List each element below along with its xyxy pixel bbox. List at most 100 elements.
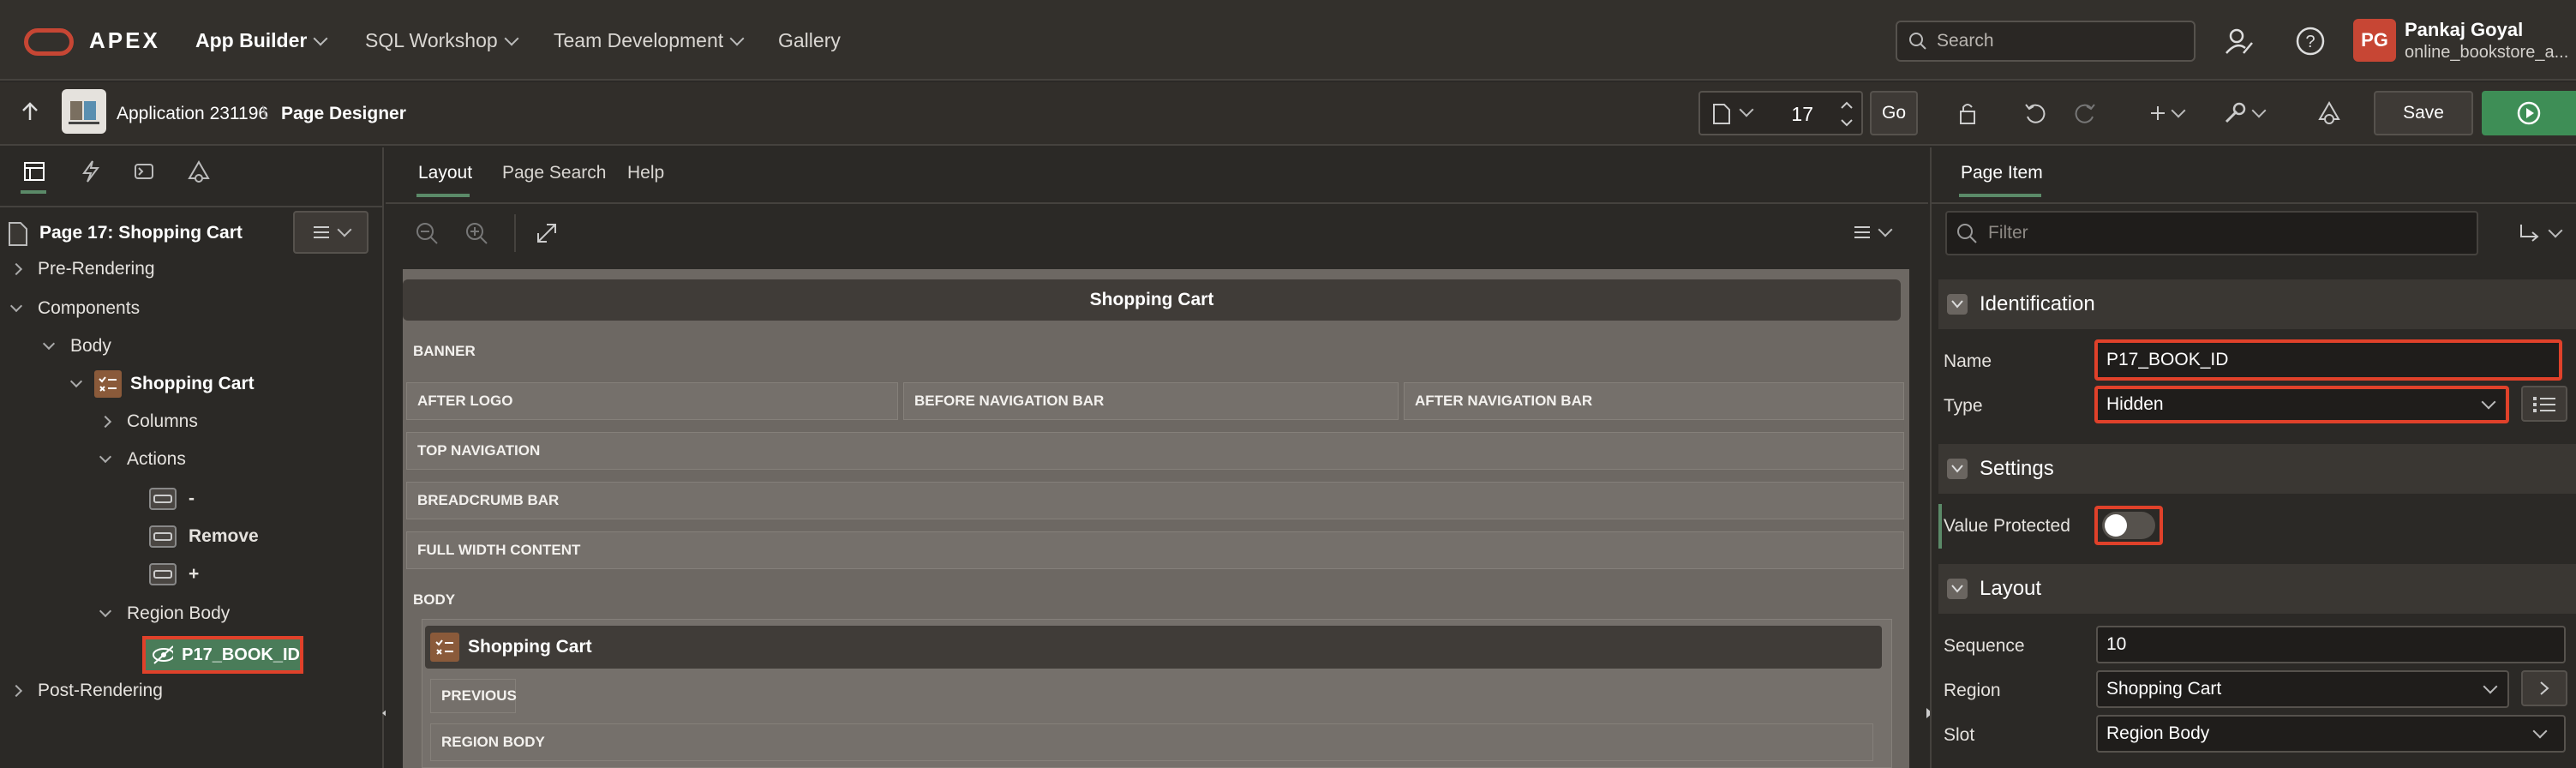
search-input[interactable]: Search bbox=[1896, 21, 2196, 62]
page-title[interactable]: Page 17: Shopping Cart bbox=[39, 223, 243, 243]
expand-arrow-icon[interactable] bbox=[9, 684, 23, 698]
processing-tab-icon[interactable] bbox=[132, 159, 156, 183]
undo-icon[interactable] bbox=[2019, 91, 2050, 135]
tree-node-button-remove[interactable]: Remove bbox=[149, 519, 259, 554]
slot-region-body[interactable]: REGION BODY bbox=[430, 723, 1873, 761]
slot-full-width-content[interactable]: FULL WIDTH CONTENT bbox=[406, 531, 1904, 569]
layout-menu-button[interactable] bbox=[1853, 222, 1893, 240]
name-field[interactable]: P17_BOOK_ID bbox=[2094, 339, 2562, 381]
zoom-in-icon[interactable] bbox=[464, 221, 488, 245]
menu-icon bbox=[314, 226, 329, 238]
page-number-input[interactable]: 17 bbox=[1791, 103, 1813, 126]
expand-icon[interactable] bbox=[535, 221, 559, 245]
tree-node-components[interactable]: Components bbox=[9, 291, 140, 326]
slot-select[interactable]: Region Body bbox=[2096, 715, 2566, 753]
create-menu-button[interactable] bbox=[2142, 91, 2190, 135]
save-button[interactable]: Save bbox=[2374, 91, 2473, 135]
collapse-arrow-icon[interactable] bbox=[42, 337, 56, 351]
dynamic-actions-tab-icon[interactable] bbox=[79, 159, 103, 183]
avatar[interactable]: PG bbox=[2353, 19, 2396, 62]
help-icon[interactable]: ? bbox=[2295, 26, 2326, 57]
go-to-region-button[interactable] bbox=[2521, 670, 2567, 706]
region-title-bar[interactable]: Shopping Cart bbox=[425, 626, 1882, 669]
apex-brand[interactable]: APEX bbox=[89, 27, 160, 54]
page-selector[interactable]: 17 bbox=[1698, 91, 1863, 135]
up-arrow-icon[interactable] bbox=[21, 101, 39, 122]
tab-help[interactable]: Help bbox=[627, 163, 664, 183]
tree-node-button-minus[interactable]: - bbox=[149, 482, 195, 516]
go-button[interactable]: Go bbox=[1870, 91, 1918, 135]
list-icon bbox=[2533, 397, 2555, 412]
tab-page-search[interactable]: Page Search bbox=[502, 163, 606, 183]
nav-sql-workshop[interactable]: SQL Workshop bbox=[365, 29, 519, 52]
slot-after-logo[interactable]: AFTER LOGO bbox=[406, 382, 898, 420]
tree-node-region-body[interactable]: Region Body bbox=[99, 597, 230, 631]
section-identification[interactable]: Identification bbox=[1938, 279, 2576, 329]
tab-layout[interactable]: Layout bbox=[418, 163, 472, 183]
tree-label: P17_BOOK_ID bbox=[182, 645, 300, 664]
expand-arrow-icon[interactable] bbox=[99, 415, 112, 429]
page-stepper-icon[interactable] bbox=[1839, 98, 1854, 130]
user-name[interactable]: Pankaj Goyal bbox=[2405, 19, 2523, 41]
slot-breadcrumb-bar[interactable]: BREADCRUMB BAR bbox=[406, 482, 1904, 519]
tree-node-button-plus[interactable]: + bbox=[149, 557, 199, 591]
tree-node-pre-rendering[interactable]: Pre-Rendering bbox=[9, 252, 155, 286]
shared-components-icon[interactable] bbox=[2314, 91, 2345, 135]
utilities-menu-button[interactable] bbox=[2220, 91, 2267, 135]
chevron-down-icon bbox=[504, 31, 519, 45]
rendering-tab-icon[interactable] bbox=[22, 159, 46, 183]
slot-previous[interactable]: PREVIOUS bbox=[430, 679, 517, 713]
slot-body[interactable]: BODY bbox=[403, 583, 1901, 617]
oracle-logo-icon[interactable] bbox=[24, 28, 74, 56]
property-label-sequence: Sequence bbox=[1944, 636, 2025, 656]
type-select[interactable]: Hidden bbox=[2094, 386, 2509, 423]
collapse-arrow-icon[interactable] bbox=[99, 604, 112, 618]
tree-node-body[interactable]: Body bbox=[42, 329, 111, 363]
region-select[interactable]: Shopping Cart bbox=[2096, 670, 2509, 708]
sequence-field[interactable]: 10 bbox=[2096, 626, 2566, 663]
lock-icon[interactable] bbox=[1952, 91, 1983, 135]
zoom-out-icon[interactable] bbox=[415, 221, 439, 245]
collapse-arrow-icon[interactable] bbox=[9, 299, 23, 313]
collapse-section-icon[interactable] bbox=[1947, 459, 1968, 479]
filter-input[interactable]: Filter bbox=[1945, 211, 2478, 255]
section-layout[interactable]: Layout bbox=[1938, 564, 2576, 614]
search-icon bbox=[1957, 224, 1977, 243]
go-to-group-button[interactable] bbox=[2518, 221, 2563, 245]
slot-top-navigation[interactable]: TOP NAVIGATION bbox=[406, 432, 1904, 470]
tab-page-item[interactable]: Page Item bbox=[1961, 163, 2043, 183]
administration-icon[interactable] bbox=[2225, 27, 2254, 55]
tree-node-actions[interactable]: Actions bbox=[99, 442, 186, 477]
shared-components-tab-icon[interactable] bbox=[187, 159, 211, 183]
type-list-button[interactable] bbox=[2521, 386, 2567, 422]
redo-icon[interactable] bbox=[2070, 91, 2101, 135]
collapse-arrow-icon[interactable] bbox=[99, 450, 112, 464]
nav-gallery[interactable]: Gallery bbox=[778, 29, 841, 52]
wrench-icon bbox=[2225, 102, 2246, 123]
chevron-down-icon bbox=[2532, 723, 2548, 739]
tree-label: Columns bbox=[127, 411, 198, 431]
slot-after-navigation-bar[interactable]: AFTER NAVIGATION BAR bbox=[1404, 382, 1904, 420]
run-button[interactable] bbox=[2482, 91, 2576, 135]
slot-banner[interactable]: BANNER bbox=[403, 334, 1901, 369]
nav-team-development[interactable]: Team Development bbox=[554, 29, 745, 52]
tree-menu-button[interactable] bbox=[293, 211, 368, 254]
page-title-bar[interactable]: Shopping Cart bbox=[403, 279, 1901, 321]
tree-node-post-rendering[interactable]: Post-Rendering bbox=[9, 674, 163, 708]
hidden-item-icon bbox=[153, 645, 174, 664]
collapse-section-icon[interactable] bbox=[1947, 579, 1968, 599]
tree-node-columns[interactable]: Columns bbox=[99, 405, 198, 439]
property-label-region: Region bbox=[1944, 681, 2001, 700]
application-icon[interactable] bbox=[62, 89, 106, 134]
tree-node-p17-book-id[interactable]: P17_BOOK_ID bbox=[142, 636, 303, 674]
collapse-arrow-icon[interactable] bbox=[69, 375, 83, 388]
nav-app-builder[interactable]: App Builder bbox=[195, 29, 328, 52]
value-protected-toggle[interactable] bbox=[2094, 506, 2163, 545]
section-settings[interactable]: Settings bbox=[1938, 444, 2576, 494]
expand-arrow-icon[interactable] bbox=[9, 262, 23, 276]
breadcrumb-application[interactable]: Application 231196 bbox=[117, 104, 268, 124]
collapse-section-icon[interactable] bbox=[1947, 294, 1968, 315]
divider bbox=[0, 206, 384, 207]
slot-before-navigation-bar[interactable]: BEFORE NAVIGATION BAR bbox=[903, 382, 1399, 420]
tree-node-shopping-cart-region[interactable]: Shopping Cart bbox=[69, 367, 255, 401]
